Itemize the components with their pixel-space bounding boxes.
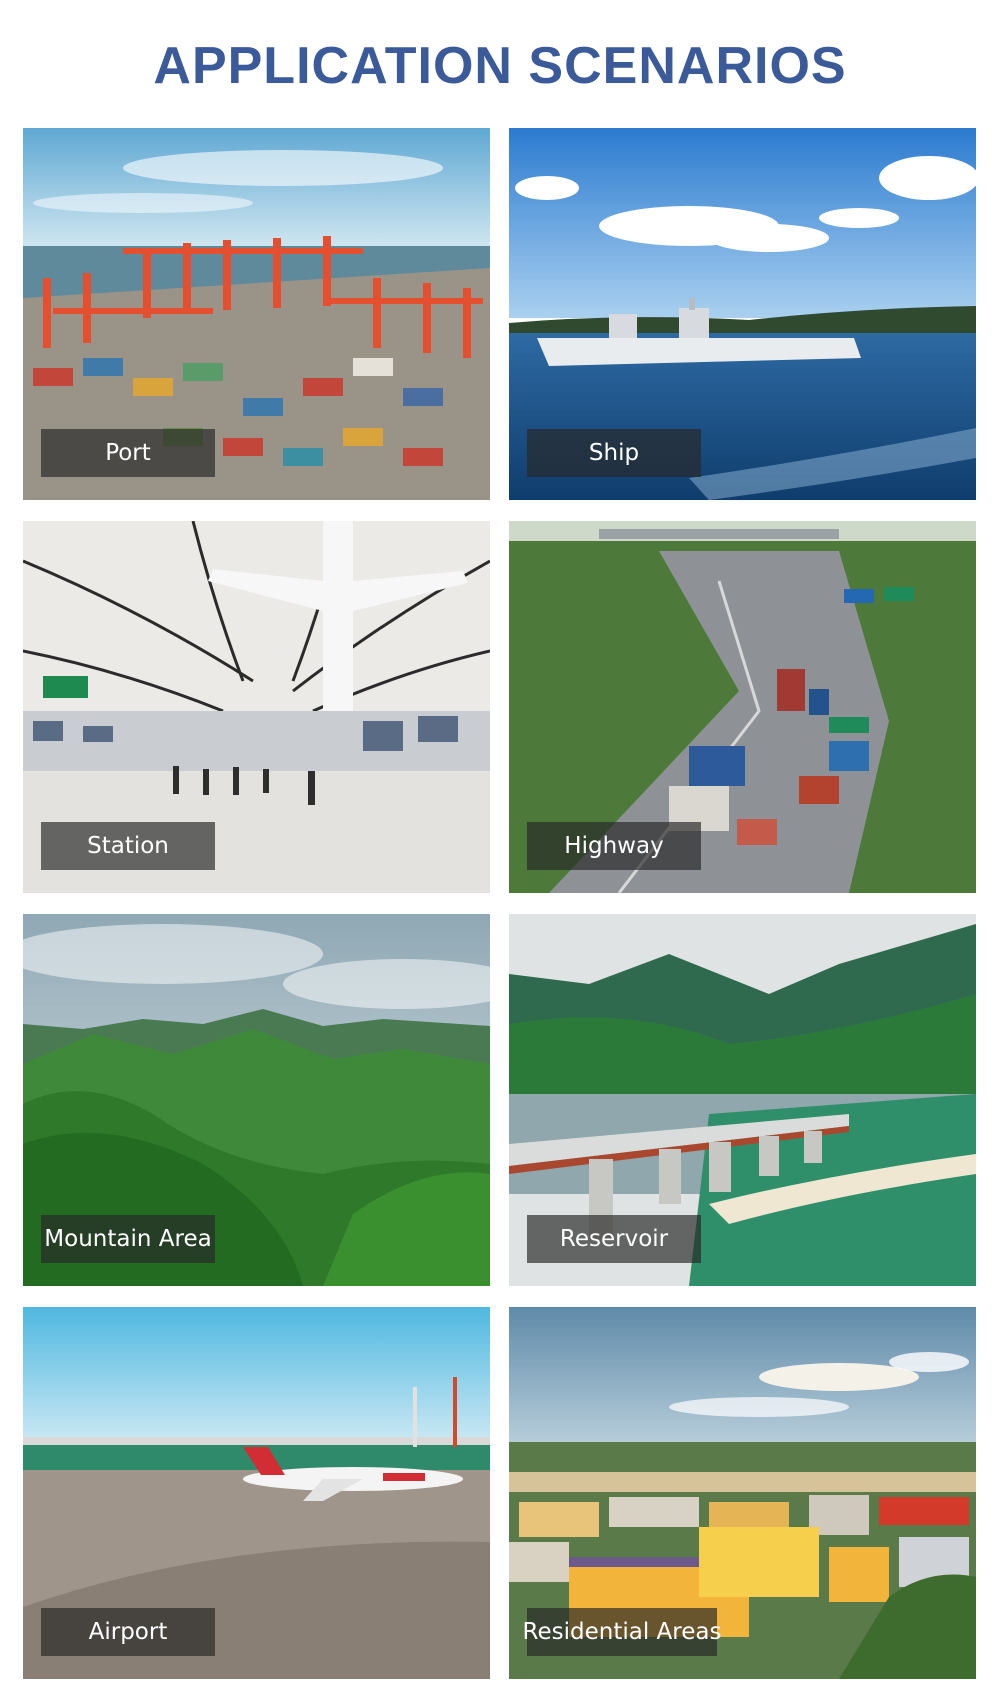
scenario-card-residential-areas[interactable]: Residential Areas: [509, 1307, 976, 1679]
page-title: APPLICATION SCENARIOS: [153, 37, 847, 95]
scenario-card-highway[interactable]: Highway: [509, 521, 976, 893]
scenario-label: Port: [41, 429, 215, 477]
scenario-card-station[interactable]: Station: [23, 521, 490, 893]
scenario-card-ship[interactable]: Ship: [509, 128, 976, 500]
scenario-label: Reservoir: [527, 1215, 701, 1263]
scenario-card-mountain-area[interactable]: Mountain Area: [23, 914, 490, 1286]
scenario-label: Highway: [527, 822, 701, 870]
scenario-label: Mountain Area: [41, 1215, 215, 1263]
scenario-card-reservoir[interactable]: Reservoir: [509, 914, 976, 1286]
scenario-card-port[interactable]: Port: [23, 128, 490, 500]
scenario-label: Ship: [527, 429, 701, 477]
scenario-card-airport[interactable]: Airport: [23, 1307, 490, 1679]
scenario-label: Station: [41, 822, 215, 870]
scenario-label: Airport: [41, 1608, 215, 1656]
scenario-label: Residential Areas: [523, 1608, 721, 1656]
